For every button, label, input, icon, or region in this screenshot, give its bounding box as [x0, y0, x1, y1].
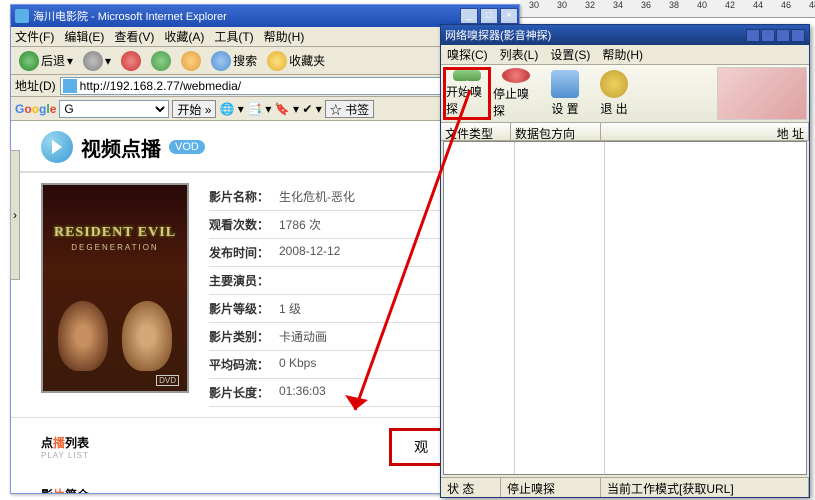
google-go-button[interactable]: 开始 »	[172, 100, 216, 118]
sniffer-menu-settings[interactable]: 设置(S)	[550, 46, 590, 63]
detail-value: 1 级	[279, 300, 301, 317]
ie-title: 海川电影院 - Microsoft Internet Explorer	[33, 8, 459, 24]
status-state: 停止嗅探	[501, 478, 601, 497]
sniffer-menu-sniff[interactable]: 嗅探(C)	[447, 46, 488, 63]
back-button[interactable]: 后退 ▾	[15, 49, 77, 73]
detail-label: 影片长度：	[209, 384, 279, 401]
sniffer-max-button[interactable]	[761, 29, 775, 42]
detail-label: 影片类别：	[209, 328, 279, 345]
star-icon	[267, 51, 287, 71]
maximize-button[interactable]: □	[480, 8, 498, 24]
detail-label: 影片名称：	[209, 188, 279, 205]
sniffer-title-bar[interactable]: 网络嗅探器(影音神探)	[441, 25, 809, 45]
address-label: 地址(D)	[15, 77, 56, 94]
download-icon	[453, 70, 481, 81]
settings-icon	[551, 70, 579, 98]
refresh-button[interactable]	[147, 49, 175, 73]
google-icons[interactable]: 🌐 ▾ 📑 ▾ 🔖 ▾ ✔ ▾	[219, 102, 321, 116]
sniffer-columns: 文件类型 数据包方向 地 址	[441, 123, 809, 141]
detail-label: 发布时间：	[209, 244, 279, 261]
google-search-input[interactable]: G	[59, 100, 169, 118]
google-bookmark-button[interactable]: ☆ 书签	[325, 100, 374, 118]
playlist-heading: 点播列表 PLAY LIST	[41, 434, 89, 460]
vod-title: 视频点播	[81, 133, 161, 162]
ruler: 3030323436384042444648	[520, 0, 815, 18]
exit-button[interactable]: 退 出	[590, 67, 638, 120]
sniffer-grid[interactable]	[443, 141, 807, 475]
google-logo-icon: Google	[15, 101, 56, 116]
back-icon	[19, 51, 39, 71]
detail-label: 影片等级：	[209, 300, 279, 317]
close-button[interactable]: ×	[500, 8, 518, 24]
refresh-icon	[151, 51, 171, 71]
menu-view[interactable]: 查看(V)	[114, 28, 154, 45]
settings-button[interactable]: 设 置	[541, 67, 589, 120]
detail-value: 1786 次	[279, 216, 321, 233]
detail-value: 0 Kbps	[279, 356, 316, 373]
ie-favicon-icon	[15, 9, 29, 23]
col-direction[interactable]: 数据包方向	[511, 123, 601, 140]
vod-badge: VOD	[169, 140, 205, 154]
sidebar-expand-handle[interactable]: ›	[10, 150, 20, 280]
status-mode: 当前工作模式[获取URL]	[601, 478, 809, 497]
sniffer-toolbar: 开始嗅探 停止嗅探 设 置 退 出	[441, 65, 809, 123]
sniffer-menu-list[interactable]: 列表(L)	[500, 46, 539, 63]
detail-label: 平均码流：	[209, 356, 279, 373]
col-address[interactable]: 地 址	[601, 123, 809, 140]
stop-button[interactable]	[117, 49, 145, 73]
sniffer-status-bar: 状 态 停止嗅探 当前工作模式[获取URL]	[441, 477, 809, 497]
play-icon	[41, 131, 73, 163]
forward-icon	[83, 51, 103, 71]
sniffer-help-button[interactable]	[776, 29, 790, 42]
window-buttons: _ □ ×	[459, 6, 519, 26]
sniffer-close-button[interactable]	[791, 29, 805, 42]
sniffer-window: 网络嗅探器(影音神探) 嗅探(C) 列表(L) 设置(S) 帮助(H) 开始嗅探…	[440, 24, 810, 498]
detail-label: 观看次数：	[209, 216, 279, 233]
record-icon	[502, 68, 530, 83]
exit-icon	[600, 70, 628, 98]
movie-poster: RESIDENT EVIL DEGENERATION DVD	[41, 183, 189, 393]
detail-value: 生化危机-恶化	[279, 188, 355, 205]
forward-button[interactable]: ▾	[79, 49, 115, 73]
detail-value: 01:36:03	[279, 384, 326, 401]
home-icon	[181, 51, 201, 71]
stop-sniff-button[interactable]: 停止嗅探	[492, 67, 540, 120]
detail-value: 2008-12-12	[279, 244, 340, 261]
menu-edit[interactable]: 编辑(E)	[64, 28, 104, 45]
sniffer-min-button[interactable]	[746, 29, 760, 42]
menu-file[interactable]: 文件(F)	[15, 28, 54, 45]
sniffer-menu-help[interactable]: 帮助(H)	[602, 46, 643, 63]
home-button[interactable]	[177, 49, 205, 73]
page-icon	[63, 79, 77, 93]
minimize-button[interactable]: _	[460, 8, 478, 24]
menu-tools[interactable]: 工具(T)	[214, 28, 253, 45]
stop-icon	[121, 51, 141, 71]
menu-favorites[interactable]: 收藏(A)	[164, 28, 204, 45]
start-sniff-button[interactable]: 开始嗅探	[443, 67, 491, 120]
search-icon	[211, 51, 231, 71]
status-label: 状 态	[441, 478, 501, 497]
search-button[interactable]: 搜索	[207, 49, 261, 73]
sniffer-menu-bar: 嗅探(C) 列表(L) 设置(S) 帮助(H)	[441, 45, 809, 65]
detail-value: 卡通动画	[279, 328, 327, 345]
menu-help[interactable]: 帮助(H)	[264, 28, 305, 45]
detail-label: 主要演员：	[209, 272, 279, 289]
toolbar-thumbnail	[717, 67, 807, 120]
favorites-button[interactable]: 收藏夹	[263, 49, 329, 73]
col-filetype[interactable]: 文件类型	[441, 123, 511, 140]
